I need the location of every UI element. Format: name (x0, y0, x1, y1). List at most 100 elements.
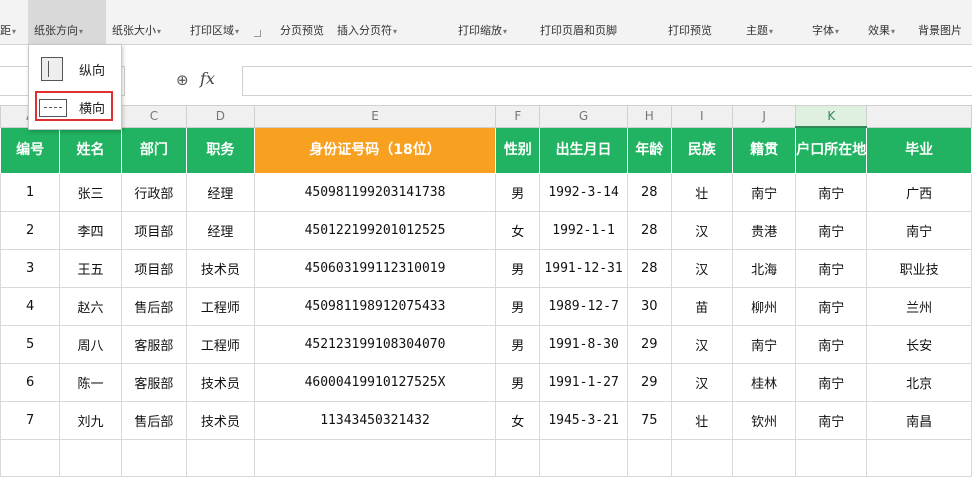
formula-input[interactable] (242, 66, 972, 96)
table-cell[interactable]: 汉 (670, 325, 733, 364)
empty-cell[interactable] (866, 439, 972, 477)
empty-cell[interactable] (0, 439, 61, 477)
table-cell[interactable]: 1991-8-30 (539, 325, 628, 364)
table-cell[interactable]: 客服部 (120, 325, 188, 364)
empty-cell[interactable] (731, 439, 797, 477)
table-cell[interactable]: 赵六 (59, 287, 122, 326)
table-cell[interactable]: 450981199203141738 (253, 173, 497, 212)
table-cell[interactable]: 兰州 (866, 287, 972, 326)
table-cell[interactable]: 450981198912075433 (253, 287, 497, 326)
header-cell[interactable]: 户口所在地 (795, 126, 868, 174)
print-area-button[interactable]: 打印区域▾ (190, 22, 239, 38)
empty-cell[interactable] (120, 439, 188, 477)
table-cell[interactable]: 桂林 (731, 363, 797, 402)
table-cell[interactable]: 技术员 (186, 363, 255, 402)
table-cell[interactable]: 男 (495, 287, 541, 326)
table-cell[interactable]: 壮 (670, 173, 733, 212)
header-cell[interactable]: 编号 (0, 126, 61, 174)
column-header[interactable] (866, 105, 972, 128)
table-cell[interactable]: 长安 (866, 325, 972, 364)
page-break-preview-button[interactable]: 分页预览 (280, 22, 324, 38)
table-cell[interactable]: 王五 (59, 249, 122, 288)
empty-cell[interactable] (253, 439, 497, 477)
print-scale-button[interactable]: 打印缩放▾ (458, 22, 507, 38)
table-cell[interactable]: 周八 (59, 325, 122, 364)
table-cell[interactable]: 1992-1-1 (539, 211, 628, 250)
table-cell[interactable]: 技术员 (186, 401, 255, 440)
table-cell[interactable]: 3 (0, 249, 61, 288)
table-cell[interactable]: 28 (626, 173, 672, 212)
table-cell[interactable]: 工程师 (186, 287, 255, 326)
column-header[interactable]: E (253, 105, 497, 128)
fx-icon[interactable]: fx (200, 69, 215, 88)
table-cell[interactable]: 南宁 (795, 363, 868, 402)
empty-cell[interactable] (670, 439, 733, 477)
table-cell[interactable]: 46000419910127525X (253, 363, 497, 402)
table-cell[interactable]: 汉 (670, 211, 733, 250)
empty-cell[interactable] (495, 439, 541, 477)
table-cell[interactable]: 1989-12-7 (539, 287, 628, 326)
table-cell[interactable]: 男 (495, 249, 541, 288)
paper-orientation-button[interactable]: 纸张方向▾ (34, 22, 83, 38)
table-cell[interactable]: 技术员 (186, 249, 255, 288)
paper-size-button[interactable]: 纸张大小▾ (112, 22, 161, 38)
zoom-icon[interactable]: ⊕ (176, 71, 189, 89)
table-cell[interactable]: 29 (626, 325, 672, 364)
table-cell[interactable]: 2 (0, 211, 61, 250)
header-cell[interactable]: 出生月日 (539, 126, 628, 174)
table-cell[interactable]: 1991-1-27 (539, 363, 628, 402)
table-cell[interactable]: 北京 (866, 363, 972, 402)
table-cell[interactable]: 南宁 (795, 287, 868, 326)
table-cell[interactable]: 4 (0, 287, 61, 326)
empty-cell[interactable] (539, 439, 628, 477)
header-cell[interactable]: 籍贯 (731, 126, 797, 174)
table-cell[interactable]: 男 (495, 325, 541, 364)
column-header-selected[interactable]: K (795, 105, 868, 128)
effects-button[interactable]: 效果▾ (868, 22, 895, 38)
table-cell[interactable]: 南宁 (731, 173, 797, 212)
table-cell[interactable]: 钦州 (731, 401, 797, 440)
table-cell[interactable]: 售后部 (120, 401, 188, 440)
table-cell[interactable]: 75 (626, 401, 672, 440)
font-button[interactable]: 字体▾ (812, 22, 839, 38)
table-cell[interactable]: 客服部 (120, 363, 188, 402)
table-cell[interactable]: 11343450321432 (253, 401, 497, 440)
print-preview-button[interactable]: 打印预览 (668, 22, 712, 38)
group-launcher-icon[interactable] (254, 30, 261, 37)
table-cell[interactable]: 450122199201012525 (253, 211, 497, 250)
table-cell[interactable]: 行政部 (120, 173, 188, 212)
table-cell[interactable]: 南宁 (795, 173, 868, 212)
table-cell[interactable]: 南宁 (795, 211, 868, 250)
table-cell[interactable]: 1992-3-14 (539, 173, 628, 212)
table-cell[interactable]: 工程师 (186, 325, 255, 364)
print-header-footer-button[interactable]: 打印页眉和页脚 (540, 22, 617, 38)
table-cell[interactable]: 广西 (866, 173, 972, 212)
theme-button[interactable]: 主题▾ (746, 22, 773, 38)
table-cell[interactable]: 售后部 (120, 287, 188, 326)
column-header[interactable]: C (120, 105, 188, 128)
table-cell[interactable]: 南宁 (731, 325, 797, 364)
table-cell[interactable]: 7 (0, 401, 61, 440)
column-header[interactable]: D (186, 105, 255, 128)
table-cell[interactable]: 452123199108304070 (253, 325, 497, 364)
table-cell[interactable]: 张三 (59, 173, 122, 212)
table-cell[interactable]: 南宁 (795, 249, 868, 288)
column-header[interactable]: H (626, 105, 672, 128)
table-cell[interactable]: 南宁 (795, 325, 868, 364)
insert-page-break-button[interactable]: 插入分页符▾ (337, 22, 397, 38)
table-cell[interactable]: 29 (626, 363, 672, 402)
table-cell[interactable]: 职业技 (866, 249, 972, 288)
header-cell[interactable]: 毕业 (866, 126, 972, 174)
header-cell[interactable]: 职务 (186, 126, 255, 174)
table-cell[interactable]: 1 (0, 173, 61, 212)
table-cell[interactable]: 项目部 (120, 249, 188, 288)
column-header[interactable]: G (539, 105, 628, 128)
empty-cell[interactable] (626, 439, 672, 477)
table-cell[interactable]: 苗 (670, 287, 733, 326)
header-cell[interactable]: 姓名 (59, 126, 122, 174)
table-cell[interactable]: 贵港 (731, 211, 797, 250)
column-header[interactable]: J (731, 105, 797, 128)
menu-item-portrait[interactable]: 纵向 (29, 53, 121, 83)
table-cell[interactable]: 6 (0, 363, 61, 402)
table-cell[interactable]: 经理 (186, 211, 255, 250)
